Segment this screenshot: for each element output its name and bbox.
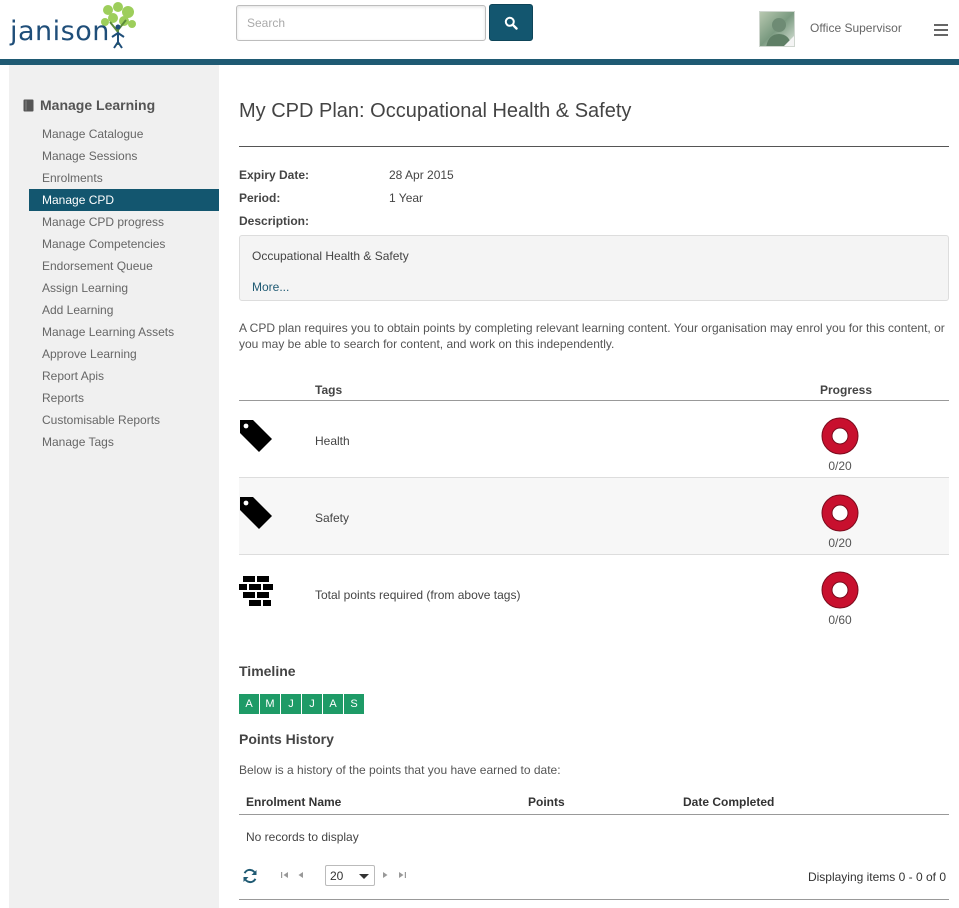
- sidebar-item-customisable-reports[interactable]: Customisable Reports: [29, 409, 224, 431]
- avatar[interactable]: [759, 11, 795, 47]
- sidebar-nav: Manage Catalogue Manage Sessions Enrolme…: [29, 123, 230, 453]
- timeline-title: Timeline: [239, 663, 296, 679]
- pager: 20 Displaying items 0 - 0 of 0: [239, 862, 949, 892]
- sidebar-item-add-learning[interactable]: Add Learning: [29, 299, 224, 321]
- sidebar-item-assign-learning[interactable]: Assign Learning: [29, 277, 224, 299]
- tags-column-header: Tags: [315, 383, 343, 397]
- timeline-month[interactable]: M: [260, 694, 281, 714]
- sidebar-item-manage-competencies[interactable]: Manage Competencies: [29, 233, 224, 255]
- tag-label: Total points required (from above tags): [315, 588, 521, 602]
- sidebar-title: Manage Learning: [40, 97, 156, 113]
- expiry-date-label: Expiry Date:: [239, 168, 310, 182]
- chevron-down-icon: [359, 874, 369, 879]
- timeline-month[interactable]: A: [323, 694, 344, 714]
- sidebar-item-report-apis[interactable]: Report Apis: [29, 365, 224, 387]
- points-history-table-header: Enrolment Name Points Date Completed: [239, 795, 949, 815]
- tags-table-header: Tags Progress: [239, 383, 949, 401]
- enrolment-name-column-header[interactable]: Enrolment Name: [246, 795, 341, 809]
- sidebar-item-reports[interactable]: Reports: [29, 387, 224, 409]
- previous-page-icon[interactable]: [296, 870, 306, 880]
- app-header: janison Office Supervisor: [0, 0, 959, 60]
- title-divider: [239, 146, 949, 147]
- period-value: 1 Year: [389, 191, 424, 205]
- sidebar-item-manage-sessions[interactable]: Manage Sessions: [29, 145, 224, 167]
- points-history-title: Points History: [239, 731, 334, 747]
- sidebar-item-manage-cpd[interactable]: Manage CPD: [29, 189, 230, 211]
- pager-summary: Displaying items 0 - 0 of 0: [807, 870, 946, 884]
- tag-row: Health 0/20: [239, 401, 949, 478]
- user-name[interactable]: Office Supervisor: [810, 21, 902, 35]
- logo-text: janison: [10, 16, 110, 47]
- tag-icon: [240, 420, 272, 452]
- timeline-month[interactable]: J: [302, 694, 323, 714]
- description-box: Occupational Health & Safety More...: [239, 235, 949, 301]
- search-input[interactable]: [237, 6, 485, 40]
- search-icon: [504, 16, 518, 30]
- search-box: [236, 5, 486, 41]
- tag-label: Health: [315, 434, 350, 448]
- sidebar-item-enrolments[interactable]: Enrolments: [29, 167, 224, 189]
- tag-label: Safety: [315, 511, 350, 525]
- progress-donut-icon: [821, 571, 859, 609]
- points-column-header[interactable]: Points: [528, 795, 565, 809]
- description-label: Description:: [239, 214, 310, 228]
- description-more-link[interactable]: More...: [252, 280, 289, 294]
- progress-value: 0/20: [828, 536, 852, 550]
- tag-row: Safety 0/20: [239, 478, 949, 555]
- search-button[interactable]: [489, 4, 533, 41]
- timeline-month[interactable]: J: [281, 694, 302, 714]
- last-page-icon[interactable]: [397, 870, 407, 880]
- progress-column-header: Progress: [820, 383, 873, 397]
- sidebar: Manage Learning Manage Catalogue Manage …: [9, 65, 230, 908]
- user-silhouette-icon: [766, 18, 794, 46]
- page-title: My CPD Plan: Occupational Health & Safet…: [239, 100, 632, 122]
- page-size-select[interactable]: 20: [325, 865, 375, 886]
- refresh-icon[interactable]: [242, 868, 258, 884]
- progress-donut-icon: [821, 494, 859, 532]
- expiry-date-value: 28 Apr 2015: [389, 168, 454, 182]
- sidebar-item-endorsement-queue[interactable]: Endorsement Queue: [29, 255, 224, 277]
- no-records-message: No records to display: [246, 830, 359, 844]
- tag-icon: [240, 497, 272, 529]
- sidebar-item-approve-learning[interactable]: Approve Learning: [29, 343, 224, 365]
- next-page-icon[interactable]: [380, 870, 390, 880]
- period-label: Period:: [239, 191, 281, 205]
- timeline-bar: A M J J A S: [239, 694, 365, 714]
- sidebar-item-manage-catalogue[interactable]: Manage Catalogue: [29, 123, 224, 145]
- timeline-month[interactable]: S: [344, 694, 365, 714]
- page-size-value: 20: [330, 869, 344, 883]
- first-page-icon[interactable]: [280, 870, 290, 880]
- progress-donut-icon: [821, 417, 859, 455]
- description-text: Occupational Health & Safety: [252, 249, 409, 263]
- sidebar-item-manage-learning-assets[interactable]: Manage Learning Assets: [29, 321, 224, 343]
- sidebar-item-manage-cpd-progress[interactable]: Manage CPD progress: [29, 211, 224, 233]
- bricks-icon: [239, 573, 273, 607]
- janison-logo[interactable]: janison: [8, 0, 138, 56]
- sidebar-item-manage-tags[interactable]: Manage Tags: [29, 431, 224, 453]
- points-history-description: Below is a history of the points that yo…: [239, 763, 561, 777]
- cpd-intro-text: A CPD plan requires you to obtain points…: [239, 321, 945, 351]
- book-icon: [23, 99, 34, 111]
- progress-value: 0/20: [828, 459, 852, 473]
- progress-value: 0/60: [828, 613, 852, 627]
- tag-row: Total points required (from above tags) …: [239, 555, 949, 632]
- hamburger-menu-icon[interactable]: [934, 24, 948, 37]
- sidebar-header: Manage Learning: [23, 97, 155, 113]
- date-completed-column-header[interactable]: Date Completed: [683, 795, 774, 809]
- timeline-month[interactable]: A: [239, 694, 260, 714]
- pager-divider: [239, 899, 949, 900]
